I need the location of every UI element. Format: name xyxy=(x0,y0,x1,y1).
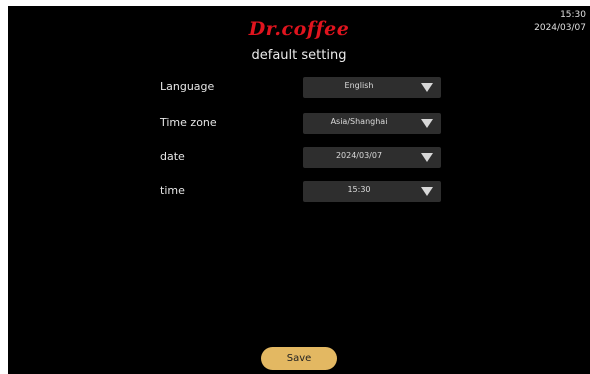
timezone-label: Time zone xyxy=(160,116,217,129)
setting-row-language: Language English xyxy=(8,77,590,99)
chevron-down-icon xyxy=(421,83,433,92)
chevron-down-icon xyxy=(421,187,433,196)
setting-row-timezone: Time zone Asia/Shanghai xyxy=(8,113,590,135)
clock-time: 15:30 xyxy=(560,10,586,20)
date-value: 2024/03/07 xyxy=(335,151,383,160)
time-select[interactable]: 15:30 xyxy=(303,181,441,202)
status-clock: 15:30 2024/03/07 xyxy=(534,9,586,35)
chevron-down-icon xyxy=(421,153,433,162)
setting-row-date: date 2024/03/07 xyxy=(8,147,590,169)
language-label: Language xyxy=(160,80,215,93)
time-value: 15:30 xyxy=(347,185,371,194)
clock-date: 2024/03/07 xyxy=(534,23,586,33)
date-select[interactable]: 2024/03/07 xyxy=(303,147,441,168)
setting-row-time: time 15:30 xyxy=(8,181,590,203)
language-select[interactable]: English xyxy=(303,77,441,98)
date-label: date xyxy=(160,150,185,163)
page-title: default setting xyxy=(251,48,347,63)
brand-logo: Dr.coffee xyxy=(248,18,350,40)
time-label: time xyxy=(160,184,185,197)
language-value: English xyxy=(344,81,374,90)
settings-screen: Dr.coffee default setting 15:30 2024/03/… xyxy=(8,6,590,374)
timezone-value: Asia/Shanghai xyxy=(330,117,388,126)
save-button[interactable]: Save xyxy=(261,347,337,370)
chevron-down-icon xyxy=(421,119,433,128)
timezone-select[interactable]: Asia/Shanghai xyxy=(303,113,441,134)
